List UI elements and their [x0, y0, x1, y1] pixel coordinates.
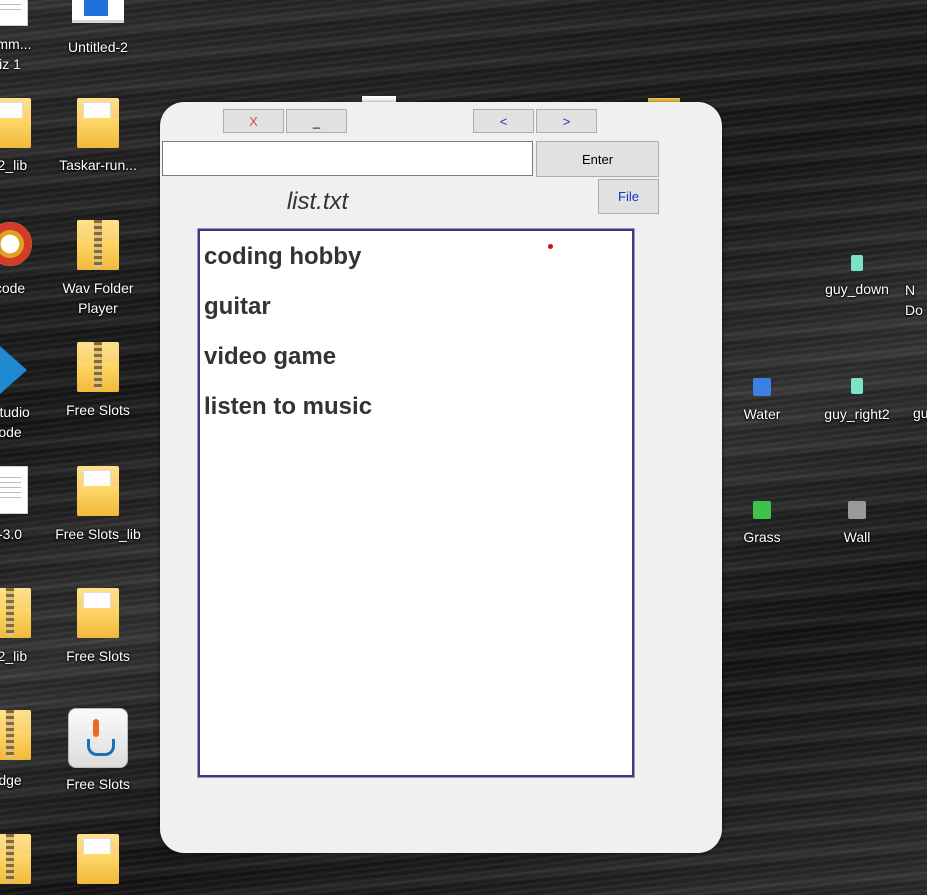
desktop-icon-label: N Do [905, 282, 923, 318]
desktop-icon[interactable]: gu [913, 403, 927, 423]
app-window: X _ < > Enter list.txt File coding hobby… [160, 102, 722, 853]
grass-sprite-icon [753, 501, 771, 519]
desktop-icon[interactable]: N Do [905, 280, 927, 320]
desktop-icon-label: Taskar-run... [59, 157, 137, 173]
zip-folder-icon [77, 220, 119, 270]
desktop-icon-label: Free Slots [66, 776, 130, 792]
list-item[interactable]: coding hobby [204, 243, 361, 271]
list-item[interactable]: listen to music [204, 393, 372, 421]
prev-button[interactable]: < [473, 109, 534, 133]
desktop-icon[interactable]: guy_down [809, 255, 905, 299]
folder-icon [77, 588, 119, 638]
java-icon [68, 708, 128, 768]
document-icon [72, 0, 124, 23]
cursor-dot [548, 244, 553, 249]
list-item[interactable]: video game [204, 343, 336, 371]
wall-sprite-icon [848, 501, 866, 519]
desktop-icon[interactable]: Untitled-2 [50, 0, 146, 57]
desktop-icon[interactable]: Water [714, 378, 810, 424]
desktop-icon-label: Water [743, 406, 781, 422]
desktop-icon-label: guy_down [825, 281, 889, 297]
zip-folder-icon [0, 710, 31, 760]
desktop-icon[interactable]: Wav Folder Player [50, 220, 146, 318]
folder-icon [77, 466, 119, 516]
desktop-icon-label: Untitled-2 [68, 39, 128, 55]
desktop-icon-label: Wall [843, 529, 871, 545]
list-item[interactable]: guitar [204, 293, 271, 321]
desktop-icon-label: guy_right2 [824, 406, 890, 422]
desktop-icon[interactable]: Free Slots [50, 708, 146, 794]
desktop-icon[interactable]: Free Slots [50, 342, 146, 420]
desktop-icon-label: Wav Folder Player [62, 280, 134, 316]
list-box[interactable]: coding hobby guitar video game listen to… [197, 228, 635, 778]
file-title: list.txt [286, 188, 349, 215]
enter-button[interactable]: Enter [536, 141, 659, 177]
document-icon [0, 466, 28, 514]
minimize-button[interactable]: _ [286, 109, 347, 133]
close-button[interactable]: X [223, 109, 284, 133]
desktop-icon-label: Free Slots [66, 402, 130, 418]
file-button[interactable]: File [598, 179, 659, 214]
guy-sprite-icon [851, 255, 863, 271]
desktop-icon-label: Free Slots [66, 648, 130, 664]
desktop-icon[interactable]: Wall [809, 501, 905, 547]
desktop-icon-label: Grass [743, 529, 781, 545]
next-button[interactable]: > [536, 109, 597, 133]
desktop-icon[interactable]: guy_right2 [809, 378, 905, 424]
app-icon [0, 222, 32, 266]
desktop-icon[interactable]: Grass [714, 501, 810, 547]
desktop-icon[interactable]: Free Slots_lib [50, 466, 146, 544]
document-icon [0, 0, 28, 26]
zip-folder-icon [77, 342, 119, 392]
zip-folder-icon [0, 834, 31, 884]
text-input[interactable] [162, 141, 533, 176]
folder-icon [0, 98, 31, 148]
guy-sprite-icon [851, 378, 863, 394]
zip-folder-icon [0, 588, 31, 638]
folder-icon [77, 98, 119, 148]
desktop-icon[interactable] [50, 834, 146, 884]
desktop-icon-label: gu [913, 405, 927, 421]
water-sprite-icon [753, 378, 771, 396]
folder-icon [77, 834, 119, 884]
desktop-icon-label: Free Slots_lib [55, 526, 141, 542]
desktop-icon[interactable]: Taskar-run... [50, 98, 146, 175]
vscode-icon [0, 340, 27, 400]
desktop-icon[interactable]: Free Slots [50, 588, 146, 666]
